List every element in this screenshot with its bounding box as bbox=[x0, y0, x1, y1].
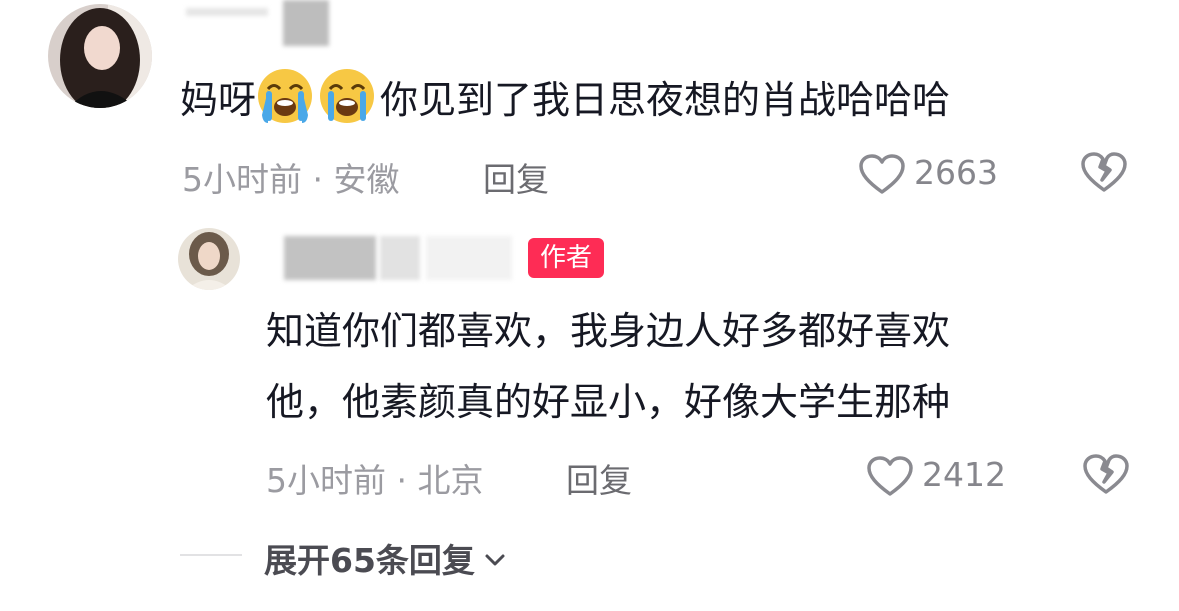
chevron-down-icon bbox=[485, 554, 505, 566]
comment-text-post: 你见到了我日思夜想的肖战哈哈哈 bbox=[380, 78, 951, 122]
heart-icon bbox=[867, 456, 913, 496]
comment-username-redacted bbox=[186, 8, 268, 16]
reply-avatar[interactable] bbox=[178, 228, 240, 290]
reply-dislike-button[interactable] bbox=[1082, 452, 1132, 498]
loudly-crying-face-icon bbox=[318, 67, 376, 125]
reply-username-redacted bbox=[284, 236, 376, 280]
reply-text-line-2: 他，他素颜真的好显小，好像大学生那种 bbox=[266, 380, 951, 424]
broken-heart-icon bbox=[1081, 152, 1127, 192]
expand-replies-label: 展开65条回复 bbox=[264, 541, 475, 580]
reply-reply-button[interactable]: 回复 bbox=[566, 454, 632, 502]
broken-heart-icon bbox=[1083, 454, 1129, 494]
reply-meta: 5小时前 · 北京 bbox=[266, 461, 484, 500]
author-badge: 作者 bbox=[528, 238, 605, 278]
expand-divider bbox=[180, 554, 242, 556]
reply-text-line-1: 知道你们都喜欢，我身边人好多都好喜欢 bbox=[266, 309, 951, 353]
comment-avatar[interactable] bbox=[48, 4, 152, 108]
comment-like-button[interactable]: 2663 bbox=[858, 150, 1018, 196]
comment-text-pre: 妈呀 bbox=[180, 78, 257, 122]
comment-like-count: 2663 bbox=[914, 153, 998, 192]
comment-meta: 5小时前 · 安徽 bbox=[182, 160, 400, 199]
reply-like-count: 2412 bbox=[922, 455, 1006, 494]
comment-reply-button[interactable]: 回复 bbox=[483, 153, 549, 201]
comment-dislike-button[interactable] bbox=[1080, 150, 1130, 196]
reply-like-button[interactable]: 2412 bbox=[866, 452, 1026, 498]
expand-replies-button[interactable]: 展开65条回复 bbox=[264, 534, 506, 580]
loudly-crying-face-icon bbox=[256, 67, 314, 125]
comment-text: 妈呀 你见到了我日思夜想的肖战哈哈哈 bbox=[180, 66, 950, 134]
reply-username-redacted-2 bbox=[380, 236, 420, 280]
heart-icon bbox=[859, 154, 905, 194]
reply-username-redacted-3 bbox=[426, 236, 512, 280]
comment-username-redacted-block bbox=[283, 0, 329, 46]
